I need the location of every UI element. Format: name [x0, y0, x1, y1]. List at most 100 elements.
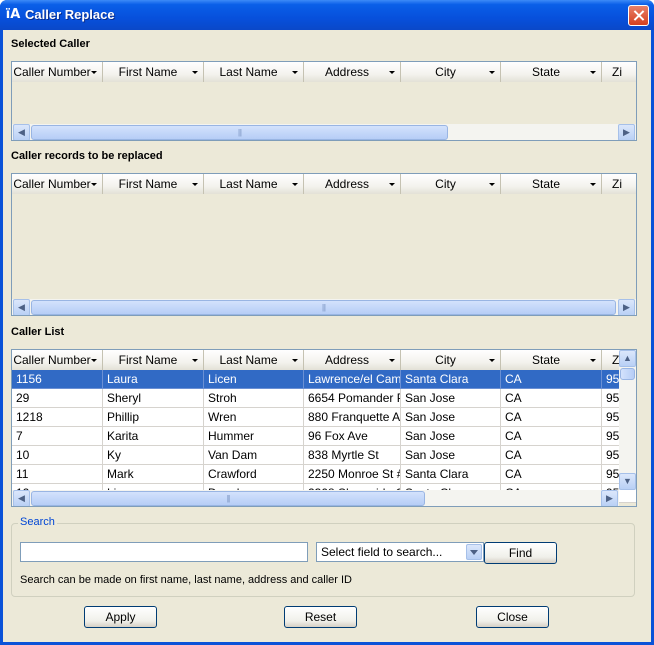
scroll-left-icon[interactable]: ◀: [13, 299, 30, 315]
chevron-down-icon[interactable]: [466, 544, 482, 560]
column-header[interactable]: Last Name: [204, 62, 304, 82]
column-header[interactable]: First Name: [103, 174, 204, 194]
vertical-scrollbar[interactable]: ▲ ▼: [619, 350, 636, 490]
grid-header: Caller Number First Name Last Name Address C…: [12, 62, 636, 82]
column-header[interactable]: Caller Number: [12, 350, 103, 370]
sort-dropdown-icon[interactable]: [292, 359, 298, 362]
sort-dropdown-icon[interactable]: [489, 359, 495, 362]
column-header-label: City: [435, 177, 456, 191]
vertical-scroll-thumb[interactable]: [620, 368, 635, 380]
close-window-button[interactable]: [628, 5, 649, 26]
sort-dropdown-icon[interactable]: [91, 71, 97, 74]
table-cell: Phillip: [103, 408, 204, 427]
records-to-replace-grid[interactable]: Caller Number First Name Last Name Address C…: [11, 173, 637, 316]
table-cell: San Jose: [401, 408, 501, 427]
reset-button[interactable]: Reset: [284, 606, 357, 628]
find-button[interactable]: Find: [484, 542, 557, 564]
column-header[interactable]: Zi: [602, 62, 636, 82]
column-header-label: State: [531, 353, 561, 367]
column-header[interactable]: Zi: [602, 174, 636, 194]
search-input[interactable]: [20, 542, 308, 562]
close-button[interactable]: Close: [476, 606, 549, 628]
sort-dropdown-icon[interactable]: [590, 359, 596, 362]
column-header[interactable]: City: [401, 62, 501, 82]
sort-dropdown-icon[interactable]: [590, 183, 596, 186]
sort-dropdown-icon[interactable]: [389, 183, 395, 186]
sort-dropdown-icon[interactable]: [590, 71, 596, 74]
table-cell: 29: [12, 389, 103, 408]
sort-dropdown-icon[interactable]: [91, 359, 97, 362]
sort-dropdown-icon[interactable]: [292, 183, 298, 186]
table-row[interactable]: 29 Sheryl Stroh 6654 Pomander P San Jose CA 95: [12, 389, 636, 408]
table-cell: San Jose: [401, 427, 501, 446]
column-header-label: Caller Number: [13, 65, 91, 79]
search-field-select[interactable]: Select field to search...: [316, 542, 484, 562]
column-header-label: First Name: [118, 65, 178, 79]
scroll-down-icon[interactable]: ▼: [619, 473, 636, 490]
sort-dropdown-icon[interactable]: [489, 71, 495, 74]
scroll-left-icon[interactable]: ◀: [13, 124, 30, 140]
table-cell: Santa Clara: [401, 465, 501, 484]
search-hint: Search can be made on first name, last n…: [20, 574, 353, 586]
table-cell: Licen: [204, 370, 304, 389]
apply-button[interactable]: Apply: [84, 606, 157, 628]
caller-replace-window: ïA Caller Replace Selected Caller Caller…: [0, 0, 654, 645]
horizontal-scrollbar[interactable]: ◀ ||| ▶: [12, 124, 636, 140]
horizontal-scrollbar[interactable]: ◀ ||| ▶: [12, 299, 636, 315]
table-row[interactable]: 7 Karita Hummer 96 Fox Ave San Jose CA 95: [12, 427, 636, 446]
table-cell: Sheryl: [103, 389, 204, 408]
column-header[interactable]: State: [501, 62, 602, 82]
table-cell: Santa Clara: [401, 370, 501, 389]
caller-list-grid[interactable]: Caller Number First Name Last Name Address C…: [11, 349, 637, 507]
table-row[interactable]: 10 Ky Van Dam 838 Myrtle St San Jose CA 95: [12, 446, 636, 465]
column-header-label: Zi: [612, 177, 622, 191]
column-header[interactable]: Address: [304, 62, 401, 82]
column-header-label: State: [531, 65, 561, 79]
column-header[interactable]: City: [401, 174, 501, 194]
sort-dropdown-icon[interactable]: [192, 183, 198, 186]
column-header[interactable]: Caller Number: [12, 62, 103, 82]
scroll-left-icon[interactable]: ◀: [13, 490, 30, 506]
sort-dropdown-icon[interactable]: [192, 71, 198, 74]
selected-caller-title: Selected Caller: [11, 38, 90, 50]
table-row[interactable]: 11 Mark Crawford 2250 Monroe St # Santa Clar…: [12, 465, 636, 484]
sort-dropdown-icon[interactable]: [489, 183, 495, 186]
column-header[interactable]: Address: [304, 174, 401, 194]
table-row[interactable]: 1218 Phillip Wren 880 Franquette Av San Jose…: [12, 408, 636, 427]
scroll-up-icon[interactable]: ▲: [619, 350, 636, 367]
sort-dropdown-icon[interactable]: [292, 71, 298, 74]
horizontal-scrollbar[interactable]: ◀ ||| ▶: [12, 490, 619, 506]
scroll-thumb[interactable]: |||: [31, 300, 616, 315]
scroll-thumb[interactable]: |||: [31, 491, 425, 506]
table-cell: 2250 Monroe St #: [304, 465, 401, 484]
column-header-label: Last Name: [219, 65, 278, 79]
sort-dropdown-icon[interactable]: [192, 359, 198, 362]
scroll-thumb[interactable]: |||: [31, 125, 448, 140]
table-cell: Karita: [103, 427, 204, 446]
sort-dropdown-icon[interactable]: [389, 71, 395, 74]
column-header[interactable]: City: [401, 350, 501, 370]
sort-dropdown-icon[interactable]: [389, 359, 395, 362]
table-row[interactable]: 1156 Laura Licen Lawrence/el Cami Santa Clar…: [12, 370, 636, 389]
column-header-label: City: [435, 353, 456, 367]
column-header[interactable]: Last Name: [204, 350, 304, 370]
column-header[interactable]: Address: [304, 350, 401, 370]
table-cell: 10: [12, 446, 103, 465]
column-header[interactable]: State: [501, 174, 602, 194]
scroll-right-icon[interactable]: ▶: [601, 490, 618, 506]
scroll-right-icon[interactable]: ▶: [618, 299, 635, 315]
column-header[interactable]: First Name: [103, 350, 204, 370]
scroll-right-icon[interactable]: ▶: [618, 124, 635, 140]
table-cell: CA: [501, 389, 602, 408]
column-header-label: City: [435, 65, 456, 79]
column-header[interactable]: First Name: [103, 62, 204, 82]
sort-dropdown-icon[interactable]: [91, 183, 97, 186]
dialog-client-area: Selected Caller Caller Number First Name L…: [3, 30, 651, 642]
column-header[interactable]: State: [501, 350, 602, 370]
column-header-label: Caller Number: [13, 177, 91, 191]
column-header-label: Zi: [612, 65, 622, 79]
selected-caller-grid[interactable]: Caller Number First Name Last Name Address C…: [11, 61, 637, 141]
column-header[interactable]: Caller Number: [12, 174, 103, 194]
title-bar[interactable]: ïA Caller Replace: [0, 0, 654, 30]
column-header[interactable]: Last Name: [204, 174, 304, 194]
